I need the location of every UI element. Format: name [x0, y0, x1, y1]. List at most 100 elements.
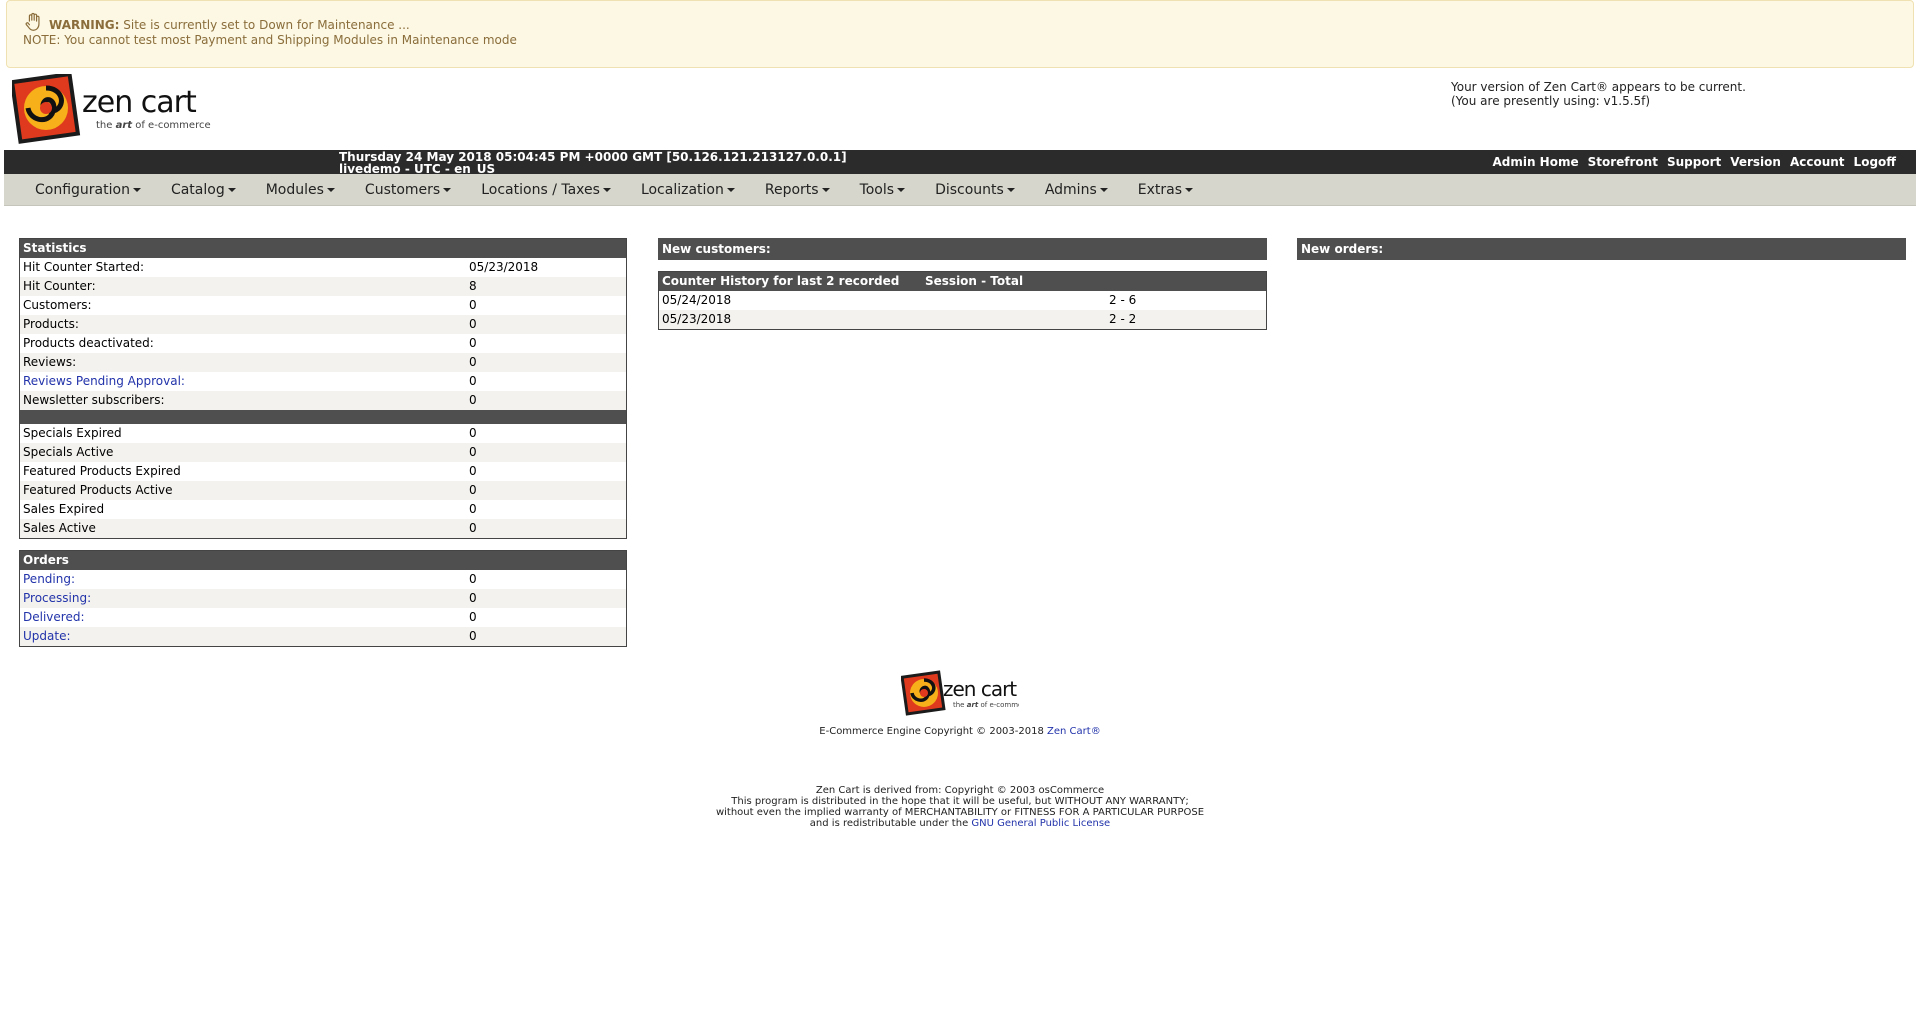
section-divider — [20, 410, 626, 424]
table-row: Update: 0 — [20, 627, 626, 646]
version-link[interactable]: Version — [1730, 155, 1781, 169]
zen-cart-logo-image: zen cart the art of e-commerce — [9, 71, 211, 144]
footer-copyright: E-Commerce Engine Copyright © 2003-2018 … — [0, 726, 1920, 737]
table-row: Hit Counter: 8 — [20, 277, 626, 296]
warning-label: WARNING: — [49, 17, 120, 32]
license-line-3: without even the implied warranty of MER… — [715, 807, 1205, 818]
menu-catalog[interactable]: Catalog — [171, 182, 236, 198]
copyright-text: E-Commerce Engine Copyright © 2003-2018 — [819, 726, 1044, 737]
caret-down-icon — [1099, 187, 1108, 192]
account-link[interactable]: Account — [1790, 155, 1845, 169]
table-row: Sales Expired 0 — [20, 500, 626, 519]
session-total-header: Session - Total — [925, 274, 1024, 288]
counter-value: 2 - 6 — [1109, 293, 1137, 307]
orders-pending-link[interactable]: Pending: — [23, 570, 469, 589]
orders-update-link[interactable]: Update: — [23, 627, 469, 646]
new-orders-title: New orders: — [1298, 239, 1905, 259]
orders-title: Orders — [20, 551, 626, 570]
license-line-2: This program is distributed in the hope … — [731, 796, 1189, 807]
table-row: Newsletter subscribers: 0 — [20, 391, 626, 410]
menu-extras[interactable]: Extras — [1138, 182, 1193, 198]
stat-value: 0 — [469, 355, 477, 369]
table-row: Pending: 0 — [20, 570, 626, 589]
stat-label: Reviews: — [23, 355, 77, 369]
svg-text:the art of e-commerce: the art of e-commerce — [953, 701, 1019, 709]
menu-discounts[interactable]: Discounts — [935, 182, 1015, 198]
stat-label: Products: — [23, 317, 79, 331]
zen-cart-link[interactable]: Zen Cart® — [1047, 726, 1101, 737]
table-row: Featured Products Active 0 — [20, 481, 626, 500]
stat-label: Customers: — [23, 298, 92, 312]
menu-admins[interactable]: Admins — [1045, 182, 1108, 198]
counter-date: 05/24/2018 — [662, 293, 732, 307]
caret-down-icon — [1185, 187, 1193, 192]
stat-label: Sales Active — [23, 521, 96, 535]
stat-label: Products deactivated: — [23, 336, 154, 350]
menu-tools[interactable]: Tools — [860, 182, 906, 198]
menu-reports[interactable]: Reports — [765, 182, 830, 198]
stat-value: 0 — [469, 445, 477, 459]
orders-processing-link[interactable]: Processing: — [23, 589, 469, 608]
menu-label: Configuration — [35, 181, 130, 198]
menu-label: Extras — [1137, 181, 1182, 198]
caret-down-icon — [1006, 187, 1015, 192]
counter-date: 05/23/2018 — [662, 312, 732, 326]
menu-locations-taxes[interactable]: Locations / Taxes — [481, 182, 611, 198]
admin-header-bar: Thursday 24 May 2018 05:04:45 PM +0000 G… — [4, 150, 1916, 175]
counter-history-header: Counter History for last 2 recorded days… — [659, 272, 1266, 307]
license-line-1: Zen Cart is derived from: Copyright © 20… — [815, 785, 1105, 796]
logoff-link[interactable]: Logoff — [1854, 155, 1896, 169]
license-line-4: and is redistributable under the — [809, 818, 969, 829]
main-menu: Configuration Catalog Modules Customers … — [4, 174, 1916, 206]
reviews-pending-link[interactable]: Reviews Pending Approval: — [23, 372, 469, 391]
admin-home-link[interactable]: Admin Home — [1492, 155, 1578, 169]
table-row: Featured Products Expired 0 — [20, 462, 626, 481]
stat-value: 05/23/2018 — [469, 260, 539, 274]
stat-label: Newsletter subscribers: — [23, 393, 165, 407]
counter-history-title: Counter History for last 2 recorded days — [662, 274, 900, 307]
support-link[interactable]: Support — [1667, 155, 1721, 169]
menu-label: Catalog — [170, 181, 225, 198]
stat-value: 0 — [469, 393, 477, 407]
table-row: Reviews: 0 — [20, 353, 626, 372]
counter-history-panel: Counter History for last 2 recorded days… — [658, 271, 1267, 330]
server-info: Thursday 24 May 2018 05:04:45 PM +0000 G… — [339, 151, 847, 175]
logo-tagline: the art of e-commerce — [96, 120, 211, 131]
menu-label: Customers — [364, 181, 441, 198]
new-customers-title: New customers: — [659, 239, 1266, 259]
caret-down-icon — [602, 187, 611, 192]
table-row: Sales Active 0 — [20, 519, 626, 538]
stat-value: 0 — [469, 317, 477, 331]
zen-cart-logo[interactable]: zen cart the art of e-commerce — [9, 71, 212, 144]
order-count: 0 — [469, 629, 477, 643]
table-row: 05/23/2018 2 - 2 — [659, 310, 1266, 329]
stat-value: 0 — [469, 521, 477, 535]
stat-label: Featured Products Expired — [23, 464, 181, 478]
gnu-license-link[interactable]: GNU General Public License — [971, 818, 1110, 829]
table-row: Customers: 0 — [20, 296, 626, 315]
footer-logo: zen cart the art of e-commerce — [0, 670, 1920, 720]
table-row: Products: 0 — [20, 315, 626, 334]
caret-down-icon — [227, 187, 236, 192]
table-row: Products deactivated: 0 — [20, 334, 626, 353]
orders-delivered-link[interactable]: Delivered: — [23, 608, 469, 627]
menu-localization[interactable]: Localization — [641, 182, 735, 198]
order-count: 0 — [469, 610, 477, 624]
order-count: 0 — [469, 572, 477, 586]
caret-down-icon — [897, 187, 906, 192]
stat-value: 0 — [469, 502, 477, 516]
menu-modules[interactable]: Modules — [266, 182, 335, 198]
stat-value: 0 — [469, 483, 477, 497]
table-row: Hit Counter Started: 05/23/2018 — [20, 258, 626, 277]
stat-value: 0 — [469, 374, 477, 388]
hand-stop-icon — [25, 12, 40, 31]
version-line-1: Your version of Zen Cart® appears to be … — [1451, 80, 1746, 94]
menu-label: Discounts — [935, 181, 1004, 198]
warning-note: NOTE: You cannot test most Payment and S… — [23, 33, 517, 47]
storefront-link[interactable]: Storefront — [1588, 155, 1658, 169]
caret-down-icon — [726, 187, 735, 192]
menu-configuration[interactable]: Configuration — [35, 182, 141, 198]
counter-value: 2 - 2 — [1109, 312, 1137, 326]
menu-customers[interactable]: Customers — [364, 181, 452, 198]
menu-label: Modules — [265, 181, 324, 198]
